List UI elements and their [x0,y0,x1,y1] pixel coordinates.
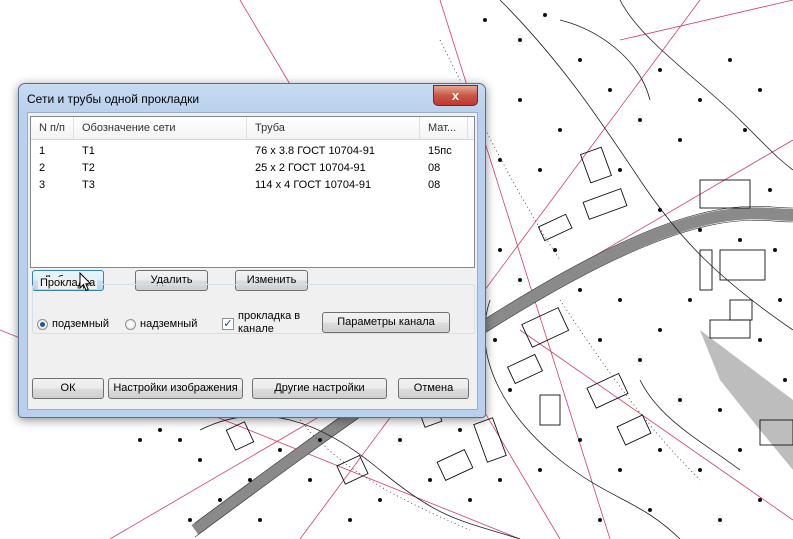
in-channel-label-line1[interactable]: прокладка в [238,310,300,322]
table-row[interactable]: 1 Т1 76 х 3.8 ГОСТ 10704-91 15пс [31,143,474,160]
other-settings-button[interactable]: Другие настройки [252,378,387,399]
overground-label[interactable]: надземный [140,318,197,330]
image-settings-button[interactable]: Настройки изображения [108,378,243,399]
row-pipe: 25 х 2 ГОСТ 10704-91 [255,162,366,174]
column-header-material[interactable]: Мат... [420,117,468,139]
table-row[interactable]: 2 Т2 25 х 2 ГОСТ 10704-91 08 [31,160,474,177]
row-pipe: 114 х 4 ГОСТ 10704-91 [255,179,372,191]
row-network: Т3 [82,179,95,191]
underground-label[interactable]: подземный [52,318,109,330]
ok-button[interactable]: ОК [32,378,104,399]
close-button[interactable]: x [433,85,478,106]
in-channel-label-line2[interactable]: канале [238,323,274,335]
column-header-number[interactable]: N п/п [31,117,74,139]
radio-selected-dot [40,322,45,327]
underground-radio[interactable] [37,319,48,330]
row-pipe: 76 х 3.8 ГОСТ 10704-91 [255,145,375,157]
check-mark-icon: ✓ [223,318,233,330]
mouse-pointer-icon [79,272,92,292]
close-icon: x [451,88,460,103]
channel-params-button[interactable]: Параметры канала [322,312,450,333]
dialog-client-area: N п/п Обозначение сети Труба Мат... 1 Т1… [27,112,478,410]
table-row[interactable]: 3 Т3 114 х 4 ГОСТ 10704-91 08 [31,177,474,194]
column-header-pipe[interactable]: Труба [247,117,420,139]
pipes-table[interactable]: N п/п Обозначение сети Труба Мат... 1 Т1… [30,116,475,268]
row-number: 2 [39,162,46,174]
row-network: Т1 [82,145,95,157]
in-channel-checkbox[interactable]: ✓ [222,318,234,330]
row-network: Т2 [82,162,95,174]
row-number: 1 [39,145,46,157]
pipes-dialog: Сети и трубы одной прокладки x N п/п Обо… [18,83,486,418]
row-material: 08 [428,162,441,174]
overground-radio[interactable] [125,319,136,330]
table-header: N п/п Обозначение сети Труба Мат... [31,117,474,140]
column-header-network[interactable]: Обозначение сети [74,117,247,139]
dialog-title: Сети и трубы одной прокладки [27,92,200,106]
cancel-button[interactable]: Отмена [398,378,469,399]
row-number: 3 [39,179,46,191]
row-material: 08 [428,179,441,191]
row-material: 15пс [428,145,452,157]
